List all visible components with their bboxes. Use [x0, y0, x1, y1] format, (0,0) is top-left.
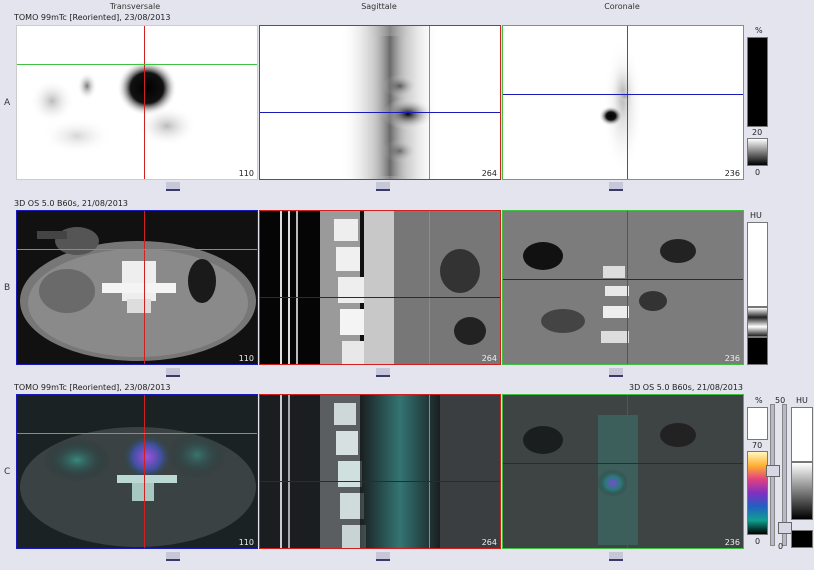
scale-c-unit-hu: HU	[796, 396, 808, 405]
slice-slider-transversal[interactable]	[166, 368, 180, 377]
fusion-sagittal-image	[280, 395, 500, 548]
row-b-transversal-view[interactable]: 110	[16, 210, 258, 365]
scale-c-hu-black	[791, 530, 813, 548]
scale-a-unit: %	[755, 26, 763, 35]
row-a-transversal-view[interactable]: 110	[16, 25, 258, 180]
scale-c-hu-lower-value[interactable]: 0	[778, 542, 783, 551]
slice-slider-coronal[interactable]	[609, 368, 623, 377]
column-header-transversal: Transversale	[109, 2, 161, 11]
scale-b-colorbar-white	[747, 222, 768, 307]
scale-c-fusion-colormap	[747, 451, 768, 535]
ct-sagittal-image	[260, 211, 500, 364]
scale-a-lower-value[interactable]: 0	[755, 168, 760, 177]
crosshair-horizontal	[503, 279, 743, 280]
ct-window-thumb[interactable]	[778, 522, 792, 534]
scale-c-unit-pct: %	[755, 396, 763, 405]
scale-c-hu-white	[791, 407, 813, 462]
slice-slider-sagittal[interactable]	[376, 368, 390, 377]
crosshair-vertical	[144, 26, 145, 179]
row-c-title-right: 3D OS 5.0 B60s, 21/08/2013	[629, 383, 744, 392]
row-a-coronal-view[interactable]: 236	[502, 25, 744, 180]
slice-number: 264	[481, 538, 497, 547]
scale-a-colorbar	[747, 37, 768, 127]
row-a-sagittal-view[interactable]: 264	[259, 25, 501, 180]
slice-slider-coronal[interactable]	[609, 182, 623, 191]
slice-slider-transversal[interactable]	[166, 182, 180, 191]
row-c-title: TOMO 99mTc [Reoriented], 23/08/2013	[14, 383, 171, 392]
crosshair-horizontal	[17, 433, 257, 434]
slice-slider-sagittal[interactable]	[376, 552, 390, 561]
slice-number: 110	[238, 354, 254, 363]
row-b-coronal-view[interactable]: 236	[502, 210, 744, 365]
crosshair-vertical	[429, 211, 430, 364]
crosshair-vertical	[429, 26, 430, 179]
row-a-title: TOMO 99mTc [Reoriented], 23/08/2013	[14, 13, 171, 22]
crosshair-vertical	[627, 26, 628, 179]
scale-a-upper-value[interactable]: 20	[752, 128, 762, 137]
ct-transversal-image	[20, 227, 256, 361]
slice-slider-transversal[interactable]	[166, 552, 180, 561]
spect-coronal-image	[599, 36, 643, 176]
slice-number: 264	[481, 169, 497, 178]
slice-slider-coronal[interactable]	[609, 552, 623, 561]
slice-number: 236	[724, 169, 740, 178]
scale-b-gradient	[747, 307, 768, 337]
scale-a-gradient	[747, 138, 768, 166]
scale-b-colorbar-black	[747, 337, 768, 365]
row-c-transversal-view[interactable]: 110	[16, 394, 258, 549]
row-c-sagittal-view[interactable]: 264	[259, 394, 501, 549]
crosshair-horizontal	[260, 297, 500, 298]
spect-transversal-image	[30, 60, 197, 154]
slice-number: 110	[238, 538, 254, 547]
scale-c-hu-gradient	[791, 462, 813, 520]
crosshair-horizontal	[503, 94, 743, 95]
spect-sagittal-image	[340, 26, 440, 179]
slice-number: 264	[481, 354, 497, 363]
row-a-label: A	[4, 98, 11, 108]
crosshair-vertical	[627, 395, 628, 548]
scale-b-unit: HU	[750, 211, 762, 220]
crosshair-horizontal	[503, 463, 743, 464]
scale-c-colorbar-white	[747, 407, 768, 440]
crosshair-horizontal	[17, 64, 257, 65]
slice-number: 110	[238, 169, 254, 178]
row-b-title: 3D OS 5.0 B60s, 21/08/2013	[14, 199, 129, 208]
crosshair-horizontal	[260, 112, 500, 113]
ct-coronal-image	[503, 211, 743, 364]
fusion-transversal-image	[20, 427, 256, 547]
row-b-label: B	[4, 283, 11, 293]
fusion-coronal-image	[503, 395, 743, 548]
slice-number: 236	[724, 538, 740, 547]
fusion-blend-thumb[interactable]	[766, 465, 780, 477]
column-header-sagittal: Sagittale	[361, 2, 397, 11]
crosshair-horizontal	[17, 249, 257, 250]
slice-slider-sagittal[interactable]	[376, 182, 390, 191]
crosshair-vertical	[144, 395, 145, 548]
crosshair-horizontal	[260, 481, 500, 482]
scale-c-lower-value[interactable]: 0	[755, 537, 760, 546]
row-c-coronal-view[interactable]: 236	[502, 394, 744, 549]
crosshair-vertical	[627, 211, 628, 364]
crosshair-vertical	[429, 395, 430, 548]
crosshair-vertical	[144, 211, 145, 364]
slice-number: 236	[724, 354, 740, 363]
scale-c-upper-value[interactable]: 70	[752, 441, 762, 450]
column-header-coronal: Coronale	[604, 2, 640, 11]
row-c-label: C	[4, 467, 11, 477]
row-b-sagittal-view[interactable]: 264	[259, 210, 501, 365]
